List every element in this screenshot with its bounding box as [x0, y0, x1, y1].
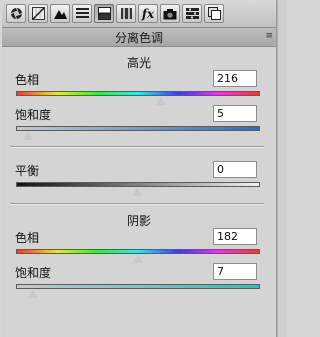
snapshots-icon[interactable]: [204, 4, 224, 23]
tone-curve-icon[interactable]: [28, 4, 48, 23]
highlight-saturation-track[interactable]: [16, 126, 260, 131]
divider: [10, 203, 264, 205]
balance-label: 平衡: [15, 164, 40, 178]
divider: [10, 146, 264, 148]
panel-header: 分离色调 ≡: [2, 28, 276, 47]
split-toning-icon[interactable]: [94, 4, 114, 23]
highlight-hue-label: 色相: [15, 73, 40, 87]
aperture-icon[interactable]: [6, 4, 26, 23]
balance-slider-thumb[interactable]: [131, 187, 143, 197]
shadow-hue-slider-thumb[interactable]: [132, 254, 145, 264]
shadow-saturation-track[interactable]: [16, 284, 260, 289]
highlight-saturation-slider-thumb[interactable]: [22, 131, 35, 141]
balance-input[interactable]: [213, 161, 257, 178]
shadow-saturation-slider-thumb[interactable]: [26, 289, 39, 299]
shadows-title: 阴影: [126, 214, 151, 228]
shadow-saturation-input[interactable]: [213, 263, 257, 280]
mountain-icon[interactable]: [50, 4, 70, 23]
highlight-hue-input[interactable]: [213, 70, 257, 87]
shadow-saturation-label: 饱和度: [15, 266, 52, 280]
split-toning-panel: fx 分离色调 ≡ 高光 色相 饱和度 平衡 阴影 色相 饱和度: [2, 0, 277, 337]
highlight-hue-slider-thumb[interactable]: [155, 96, 168, 106]
detail-icon[interactable]: [72, 4, 92, 23]
highlight-saturation-input[interactable]: [213, 105, 257, 122]
shadow-hue-label: 色相: [15, 231, 40, 245]
panel-scrollbar[interactable]: [277, 0, 287, 337]
panel-title: 分离色调: [114, 31, 163, 45]
highlight-saturation-label: 饱和度: [15, 108, 52, 122]
camera-icon[interactable]: [160, 4, 180, 23]
presets-icon[interactable]: [182, 4, 202, 23]
lens-icon[interactable]: [116, 4, 136, 23]
fx-icon[interactable]: fx: [138, 4, 158, 23]
fx-label: fx: [141, 6, 155, 21]
highlight-hue-track[interactable]: [16, 91, 260, 96]
highlights-title: 高光: [126, 56, 151, 70]
panel-menu-icon[interactable]: ≡: [265, 31, 272, 41]
shadow-hue-input[interactable]: [213, 228, 257, 245]
panel-toolbar: fx: [2, 0, 276, 28]
